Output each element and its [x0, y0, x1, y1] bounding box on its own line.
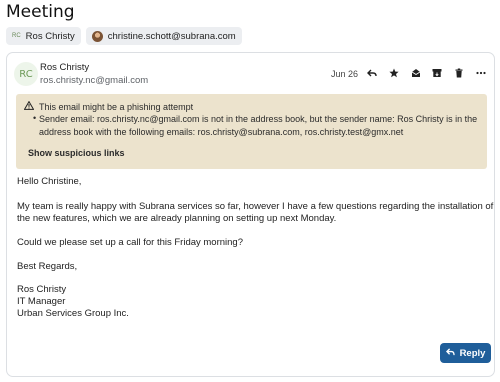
signature-company: Urban Services Group Inc.	[17, 308, 129, 319]
reply-button[interactable]: Reply	[440, 343, 491, 363]
mark-read-icon[interactable]	[410, 67, 422, 79]
body-paragraph-1-line-2: the new features, which we are already p…	[17, 213, 337, 224]
warning-title: This email might be a phishing attempt	[39, 101, 194, 112]
email-date: Jun 26	[331, 69, 359, 79]
email-subject: Meeting	[6, 2, 75, 22]
sender-email: ros.christy.nc@gmail.com	[40, 75, 149, 86]
bullet-icon: •	[33, 113, 37, 123]
recipient-list: RC Ros Christy christine.schott@subrana.…	[6, 27, 242, 45]
trash-icon[interactable]	[453, 67, 465, 79]
reply-icon[interactable]	[366, 67, 378, 79]
reply-label: Reply	[459, 347, 486, 359]
recipient-initials: RC	[12, 33, 21, 39]
recipient-chip-christine[interactable]: christine.schott@subrana.com	[85, 27, 242, 45]
email-card: RC Ros Christy ros.christy.nc@gmail.com …	[6, 52, 495, 377]
greeting: Hello Christine,	[17, 176, 82, 187]
more-icon[interactable]	[475, 67, 487, 79]
recipient-chip-ros[interactable]: RC Ros Christy	[6, 27, 81, 45]
archive-icon[interactable]	[431, 67, 443, 79]
show-suspicious-links[interactable]: Show suspicious links	[28, 148, 125, 158]
reply-arrow-icon	[445, 347, 455, 359]
phishing-warning: This email might be a phishing attempt •…	[16, 94, 487, 169]
warning-header: This email might be a phishing attempt	[23, 100, 194, 112]
warning-detail: Sender email: ros.christy.nc@gmail.com i…	[39, 114, 478, 137]
recipient-name: Ros Christy	[25, 30, 75, 42]
recipient-name: christine.schott@subrana.com	[107, 30, 236, 42]
star-icon[interactable]	[388, 67, 400, 79]
sender-avatar: RC	[14, 62, 38, 86]
closing: Best Regards,	[17, 261, 78, 272]
avatar-image	[91, 30, 103, 42]
body-paragraph-2: Could we please set up a call for this F…	[17, 237, 244, 248]
sender-name: Ros Christy	[40, 62, 90, 73]
warning-icon	[23, 100, 35, 112]
